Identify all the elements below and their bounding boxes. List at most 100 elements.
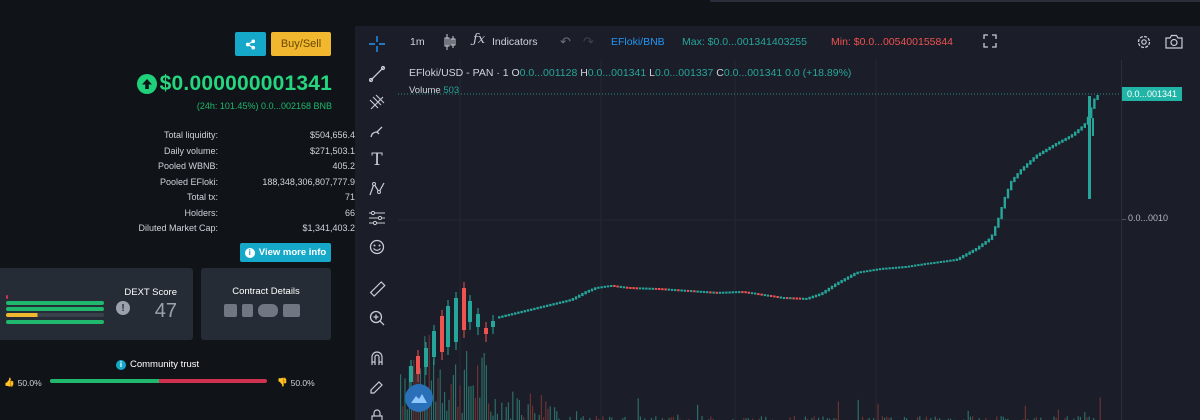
candle-body: [440, 316, 444, 352]
volume-bar: [501, 402, 503, 420]
undo-icon[interactable]: ↶: [560, 34, 571, 50]
candle-body: [667, 288, 670, 291]
candle-body: [565, 300, 568, 303]
volume-bar: [655, 416, 657, 420]
stat-value: $271,503.18: [309, 145, 360, 156]
volume-bar: [468, 386, 470, 420]
candle-body: [994, 226, 997, 236]
volume-bar: [448, 399, 450, 420]
redo-icon[interactable]: ↷: [583, 34, 594, 50]
volume-bar: [437, 378, 439, 420]
candle-body: [654, 287, 658, 290]
pitchfork-icon[interactable]: [366, 92, 388, 114]
zoom-in-icon[interactable]: [366, 307, 388, 329]
volume-bar: [813, 416, 815, 420]
settings-gear-icon[interactable]: [1136, 34, 1152, 53]
pencil-lock-icon[interactable]: [366, 376, 388, 398]
candle-body: [952, 259, 955, 262]
candle-body: [818, 293, 821, 297]
top-strip: [710, 0, 1200, 2]
candle-body: [734, 291, 738, 294]
camera-icon[interactable]: [1165, 34, 1183, 52]
candle-body: [901, 266, 904, 269]
candle-body: [946, 260, 949, 263]
share-button[interactable]: [235, 32, 266, 56]
interval-selector[interactable]: 1m: [410, 36, 425, 48]
volume-bar: [521, 415, 523, 420]
candle-body: [930, 262, 933, 265]
volume-bar: [1088, 416, 1090, 420]
crosshair-icon[interactable]: [366, 33, 388, 55]
pair-label[interactable]: EFloki/BNB: [611, 36, 665, 48]
candlestick-chart[interactable]: [398, 60, 1121, 420]
candle-body: [882, 267, 885, 270]
candle-body: [501, 315, 504, 318]
volume-bar: [637, 398, 639, 420]
thumbs-up-vote[interactable]: 👍 50.0%: [4, 377, 42, 388]
volume-bar: [455, 364, 457, 420]
money-icon: [283, 304, 300, 317]
stat-row: Pooled EFloki: 188,348,306,807,777.97: [60, 177, 360, 193]
candle-body: [1051, 144, 1054, 149]
price-tick-label: 0.0...0010: [1128, 213, 1169, 223]
candle-body: [706, 291, 709, 294]
candle-body: [866, 270, 869, 273]
thumbs-up-icon: 👍: [4, 377, 15, 387]
candle-body: [814, 294, 818, 298]
volume-bar: [496, 413, 498, 420]
brush-icon[interactable]: [366, 121, 388, 143]
candle-body: [600, 286, 603, 289]
volume-bar: [490, 411, 492, 420]
candle-body: [549, 303, 552, 307]
candle-body: [645, 287, 648, 290]
candle-body: [987, 238, 990, 243]
fullscreen-icon[interactable]: [983, 34, 997, 51]
candle-body: [850, 274, 853, 278]
buy-sell-button[interactable]: Buy/Sell: [271, 32, 331, 56]
candle-body: [603, 285, 606, 288]
candle-body: [757, 293, 760, 296]
volume-bar: [582, 416, 584, 420]
stat-value: 188,348,306,807,777.97: [262, 176, 360, 187]
arrow-up-circle-icon: [136, 74, 157, 94]
candle-body: [1088, 96, 1091, 199]
emoji-icon[interactable]: [366, 236, 388, 258]
token-price: $0.000000001341: [136, 72, 332, 96]
candle-body: [693, 290, 696, 293]
trend-line-icon[interactable]: [366, 63, 388, 85]
volume-bar: [804, 416, 806, 420]
info-icon[interactable]: !: [116, 301, 130, 315]
dextools-logo-icon[interactable]: [405, 384, 433, 412]
pattern-icon[interactable]: [366, 178, 388, 200]
price-chart-panel[interactable]: 1m ƒx Indicators ↶ ↷ EFloki/BNB Max: $0.…: [355, 26, 1200, 420]
price-scale[interactable]: 0.0...001341 0.0...0010: [1121, 60, 1200, 420]
candle-body: [763, 294, 766, 297]
candles-icon[interactable]: [443, 33, 457, 54]
stat-row: Total liquidity: $504,656.41: [60, 130, 360, 146]
prediction-icon[interactable]: [366, 207, 388, 229]
view-more-info-button[interactable]: i View more info: [240, 243, 331, 262]
lock-icon[interactable]: [366, 405, 388, 420]
magnet-icon[interactable]: [366, 347, 388, 369]
candle-body: [526, 309, 530, 312]
candle-body: [978, 245, 981, 250]
candle-body: [629, 287, 632, 289]
indicators-button[interactable]: Indicators: [492, 36, 538, 48]
dext-score-bars: [6, 295, 104, 326]
dext-score-card[interactable]: ! DEXT Score 47: [0, 268, 193, 340]
volume-bar: [538, 414, 540, 420]
candle-body: [555, 302, 558, 305]
dext-bar: [6, 301, 104, 305]
ruler-icon[interactable]: [366, 278, 388, 300]
volume-bar: [1077, 416, 1079, 420]
candle-body: [1058, 141, 1061, 145]
thumbs-down-vote[interactable]: 👎 50.0%: [277, 377, 315, 388]
down-percent: 50.0%: [290, 377, 315, 388]
contract-details-card[interactable]: Contract Details: [201, 268, 331, 340]
volume-bar: [444, 392, 446, 420]
volume-bar: [857, 399, 859, 420]
candle-body: [619, 285, 622, 288]
candle-body: [552, 303, 555, 306]
text-tool-icon[interactable]: T: [366, 149, 388, 171]
volume-bar: [527, 404, 529, 420]
